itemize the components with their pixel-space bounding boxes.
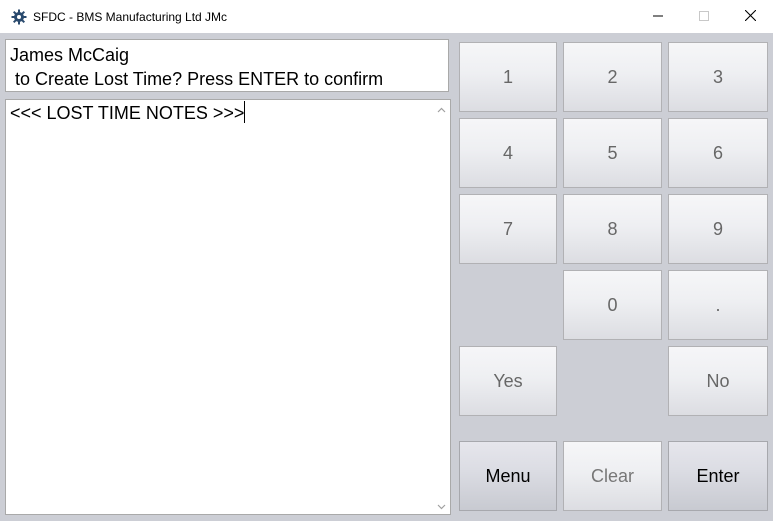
maximize-button[interactable]	[681, 0, 727, 33]
key-2-button[interactable]: 2	[563, 42, 662, 112]
scroll-up-button[interactable]	[433, 100, 450, 117]
notes-textarea[interactable]: <<< LOST TIME NOTES >>>	[5, 99, 451, 515]
clear-button[interactable]: Clear	[563, 441, 662, 511]
chevron-down-icon	[437, 497, 446, 515]
close-icon	[744, 8, 756, 26]
key-8-button[interactable]: 8	[563, 194, 662, 264]
window-title: SFDC - BMS Manufacturing Ltd JMc	[33, 9, 228, 24]
no-button[interactable]: No	[668, 346, 768, 416]
operator-name: James McCaig	[10, 45, 130, 65]
main-panel: James McCaig to Create Lost Time? Press …	[0, 33, 773, 521]
key-7-button[interactable]: 7	[459, 194, 557, 264]
menu-button[interactable]: Menu	[459, 441, 557, 511]
key-1-button[interactable]: 1	[459, 42, 557, 112]
notes-scrollbar[interactable]	[433, 100, 450, 514]
key-5-button[interactable]: 5	[563, 118, 662, 188]
key-0-button[interactable]: 0	[563, 270, 662, 340]
minimize-icon	[653, 8, 663, 26]
yes-button[interactable]: Yes	[459, 346, 557, 416]
text-caret	[244, 101, 246, 123]
message-box: James McCaig to Create Lost Time? Press …	[5, 39, 449, 92]
key-4-button[interactable]: 4	[459, 118, 557, 188]
title-bar: SFDC - BMS Manufacturing Ltd JMc	[0, 0, 773, 33]
key-6-button[interactable]: 6	[668, 118, 768, 188]
prompt-text: to Create Lost Time? Press ENTER to conf…	[10, 69, 384, 89]
minimize-button[interactable]	[635, 0, 681, 33]
key-decimal-button[interactable]: .	[668, 270, 768, 340]
key-9-button[interactable]: 9	[668, 194, 768, 264]
scroll-down-button[interactable]	[433, 497, 450, 514]
notes-text: <<< LOST TIME NOTES >>>	[10, 103, 245, 123]
close-button[interactable]	[727, 0, 773, 33]
enter-button[interactable]: Enter	[668, 441, 768, 511]
key-3-button[interactable]: 3	[668, 42, 768, 112]
gear-icon	[11, 9, 27, 25]
chevron-up-icon	[437, 100, 446, 118]
maximize-icon	[699, 8, 709, 26]
